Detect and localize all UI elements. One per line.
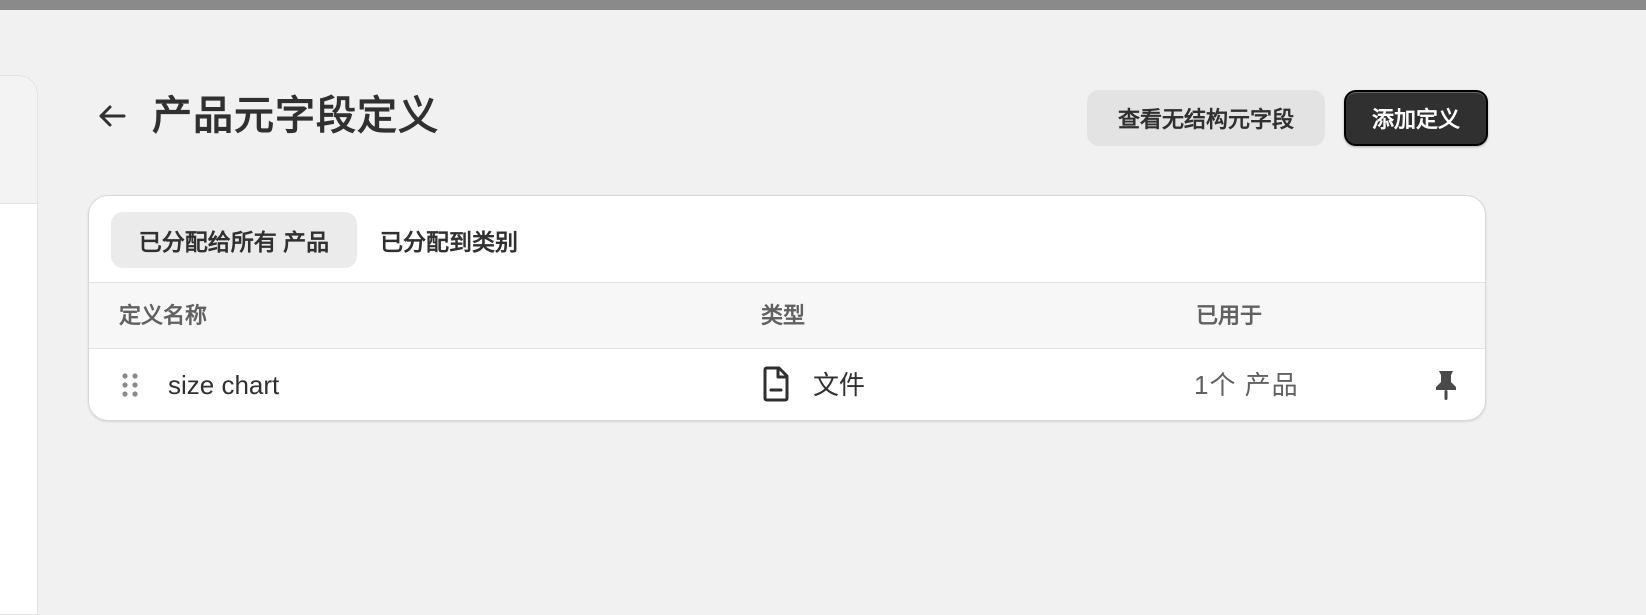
back-button[interactable] — [94, 98, 130, 134]
sidebar-panel — [0, 75, 38, 615]
page-title: 产品元字段定义 — [152, 94, 439, 138]
tab-bar: 已分配给所有 产品 已分配到类别 — [89, 196, 1485, 283]
column-header-name[interactable]: 定义名称 — [119, 301, 207, 331]
definition-name: size chart — [168, 370, 280, 400]
column-header-type[interactable]: 类型 — [761, 301, 805, 331]
column-header-used-in[interactable]: 已用于 — [1196, 301, 1262, 331]
definition-used-in: 1个 产品 — [1194, 370, 1299, 400]
sidebar-panel-header — [0, 76, 37, 204]
tab-assigned-all-products[interactable]: 已分配给所有 产品 — [111, 212, 357, 268]
table-header: 定义名称 类型 已用于 — [89, 283, 1485, 349]
arrow-left-icon — [99, 105, 126, 127]
definition-type: 文件 — [813, 370, 866, 400]
tab-assigned-to-category[interactable]: 已分配到类别 — [361, 212, 537, 268]
view-unstructured-metafields-button[interactable]: 查看无结构元字段 — [1087, 90, 1325, 146]
file-icon — [761, 366, 791, 402]
window-top-bar — [0, 0, 1646, 10]
table-row[interactable]: size chart 文件 1个 产品 — [89, 349, 1485, 420]
add-definition-button[interactable]: 添加定义 — [1344, 90, 1488, 146]
definitions-card: 已分配给所有 产品 已分配到类别 定义名称 类型 已用于 size chart — [88, 195, 1486, 421]
page-header: 产品元字段定义 查看无结构元字段 添加定义 — [88, 84, 1488, 148]
pin-icon[interactable] — [1429, 367, 1463, 403]
drag-handle-icon[interactable] — [121, 372, 139, 398]
